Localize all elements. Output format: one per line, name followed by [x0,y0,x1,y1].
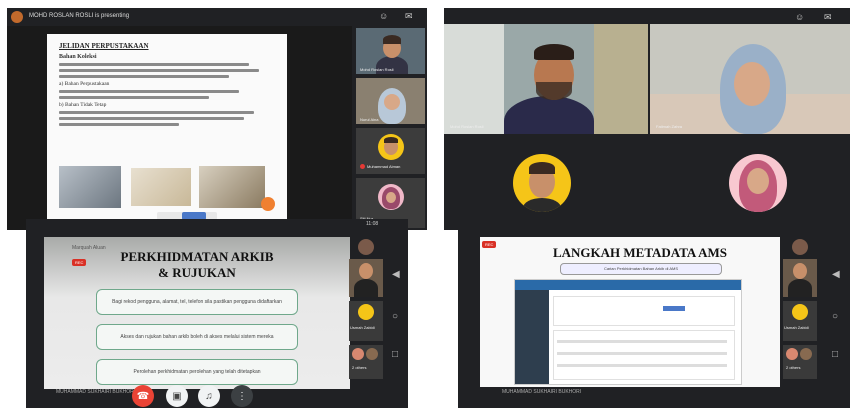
sidebar-label: 2 others [352,365,367,370]
document-page: JELIDAN PERPUSTAKAAN Bahan Koleksi a) Ba… [47,34,287,230]
camera-toggle-button[interactable]: ▣ [166,385,188,407]
avatar [11,11,23,23]
end-call-button[interactable]: ☎ [132,385,154,407]
participant-video-tile: Mohd Roslan Rosli [444,24,648,134]
participant-sidebar: Usmah Zabidi 2 others [782,237,818,389]
participant-video-tile: Fatimah Zahra [650,24,850,134]
more-options-button[interactable]: ⋮ [231,385,253,407]
presenter-text: MOHD ROSLAN ROSLI is presenting [29,13,130,19]
doc-heading: JELIDAN PERPUSTAKAAN [59,42,149,50]
participant-tile: Nurul Aina [356,78,425,124]
mobile-meet-panel-right: REC LANGKAH METADATA AMS Carian Perkhidm… [458,219,850,408]
shared-document: JELIDAN PERPUSTAKAAN Bahan Koleksi a) Ba… [7,26,352,230]
avatar [513,154,571,212]
doc-image-hands [131,168,191,206]
rec-badge: REC [72,259,87,266]
presenter-name: MUHAMMAD SUKHAIRI BUKHORI [502,389,582,395]
shared-slide: REC LANGKAH METADATA AMS Carian Perkhidm… [480,237,780,387]
mic-toggle-button[interactable]: ♫ [198,385,220,407]
sidebar-label: Usmah Zabidi [350,325,375,330]
chat-icon[interactable]: ✉ [824,12,832,23]
participant-name: Mohd Roslan Rosli [360,67,394,72]
slide-box: Bagi rekod pengguna, alamat, tel, telefo… [96,289,298,315]
presenter-name: MUHAMMAD SUKHAIRI BUKHORI [56,389,136,395]
chat-icon[interactable]: ✉ [405,11,417,23]
meet-presenting-panel: MOHD ROSLAN ROSLI is presenting ☺ ✉ JELI… [7,8,427,230]
recents-icon[interactable]: □ [832,349,838,360]
slide-box: Akses dan rujukan bahan arkib boleh di a… [96,324,298,350]
home-icon[interactable]: ○ [832,311,838,322]
back-icon[interactable]: ◀ [832,269,840,280]
mobile-meet-panel-left: 11:08 Marquah Aluan REC PERKHIDMATAN ARK… [26,219,408,408]
doc-image-books [59,166,121,208]
home-icon[interactable]: ○ [392,311,398,322]
sidebar-label: 2 others [786,365,801,370]
doc-item-b: b) Bahan Tidak Tetap [59,102,107,108]
participant-tile: Muhammad Aiman [356,128,425,174]
participant-sidebar: Usmah Zabidi 2 others [348,237,384,389]
recents-icon[interactable]: □ [392,349,398,360]
doc-image-desk [199,166,265,208]
nav-label: Marquah Aluan [72,245,106,251]
slide-subtitle: Carian Perkhidmatan Bahan Arkib di AMS [560,263,722,275]
meet-grid-panel: ☺ ✉ Mohd Roslan Rosli Fatimah Zahra [444,8,850,230]
shared-slide: Marquah Aluan REC PERKHIDMATAN ARKIB & R… [44,237,350,389]
back-icon[interactable]: ◀ [392,269,400,280]
participant-name: Muhammad Aiman [367,164,401,169]
slide-box: Perolehan perkhidmatan perolehan yang te… [96,359,298,385]
participant-name: Fatimah Zahra [656,124,683,129]
ams-screenshot [514,279,742,385]
participant-strip: Mohd Roslan Rosli Nurul Aina Muhammad Ai… [354,26,427,230]
participant-tile: Mohd Roslan Rosli [356,28,425,74]
sidebar-label: Usmah Zabidi [784,325,809,330]
slide-title-line1: PERKHIDMATAN ARKIB [120,249,274,264]
avatar [729,154,787,212]
doc-item-a: a) Bahan Perpustakaan [59,81,110,87]
participant-name: Nurul Aina [360,117,379,122]
mic-off-icon [360,164,365,169]
people-icon[interactable]: ☺ [379,11,391,23]
pointer-dot [261,197,275,211]
rec-badge: REC [482,241,497,248]
top-bar: MOHD ROSLAN ROSLI is presenting ☺ ✉ [7,8,427,26]
status-time: 11:08 [366,221,379,227]
doc-subheading: Bahan Koleksi [59,54,97,60]
slide-title: LANGKAH METADATA AMS [552,245,728,260]
participant-name: Mohd Roslan Rosli [450,124,484,129]
people-icon[interactable]: ☺ [795,12,804,22]
slide-title-line2: & RUJUKAN [158,265,236,280]
